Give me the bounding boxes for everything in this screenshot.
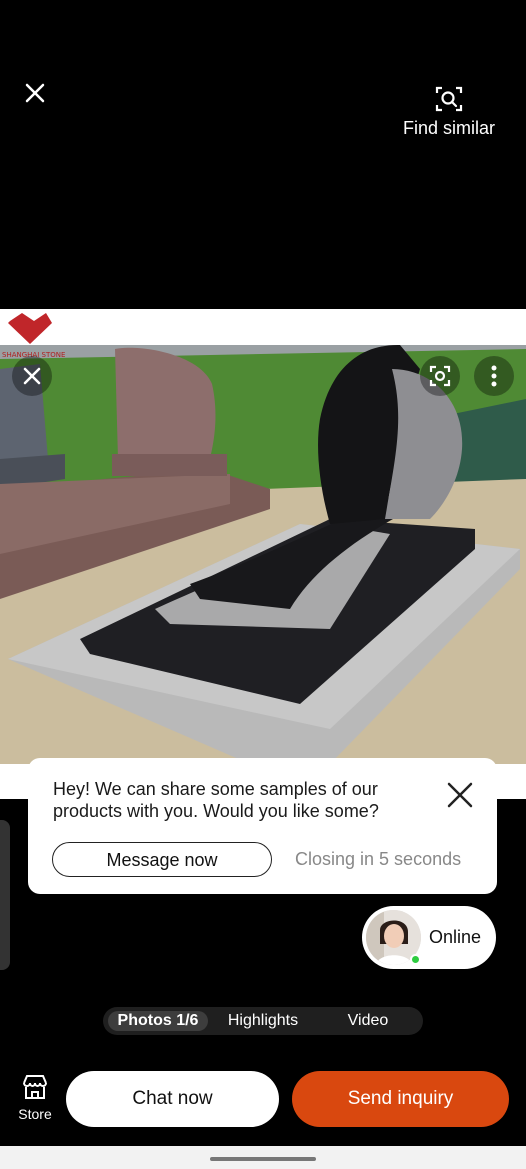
photo-close-button[interactable] <box>12 356 52 396</box>
photo-scan-button[interactable] <box>420 356 460 396</box>
message-now-button[interactable]: Message now <box>52 842 272 877</box>
store-button[interactable]: Store <box>12 1072 58 1128</box>
tab-highlights[interactable]: Highlights <box>221 1011 305 1031</box>
close-viewer-button[interactable] <box>20 78 50 108</box>
store-icon <box>23 1075 47 1099</box>
side-drawer-handle[interactable] <box>0 820 10 970</box>
popup-message: Hey! We can share some samples of our pr… <box>53 779 379 821</box>
home-gesture-handle[interactable] <box>210 1157 316 1161</box>
close-icon <box>25 83 45 103</box>
find-similar-label: Find similar <box>402 118 495 138</box>
popup-close-button[interactable] <box>445 780 475 810</box>
image-search-icon <box>435 86 463 112</box>
find-similar-button[interactable]: Find similar <box>394 84 504 144</box>
close-icon <box>447 782 473 808</box>
media-tabs: Photos 1/6 Highlights Video <box>103 1007 423 1035</box>
online-label: Online <box>429 927 482 947</box>
store-label: Store <box>18 1106 52 1122</box>
camera-scan-icon <box>429 365 451 387</box>
closing-countdown: Closing in 5 seconds <box>295 849 462 869</box>
more-options-button[interactable] <box>474 356 514 396</box>
tab-photos[interactable]: Photos 1/6 <box>108 1011 208 1031</box>
tab-video[interactable]: Video <box>333 1011 403 1031</box>
online-status-dot <box>410 954 421 965</box>
chat-now-button[interactable]: Chat now <box>66 1071 279 1127</box>
close-icon <box>23 367 41 385</box>
send-inquiry-button[interactable]: Send inquiry <box>292 1071 509 1127</box>
more-vertical-icon <box>491 365 497 387</box>
online-agent-button[interactable]: Online <box>362 906 496 969</box>
sample-offer-popup: Hey! We can share some samples of our pr… <box>28 758 497 894</box>
